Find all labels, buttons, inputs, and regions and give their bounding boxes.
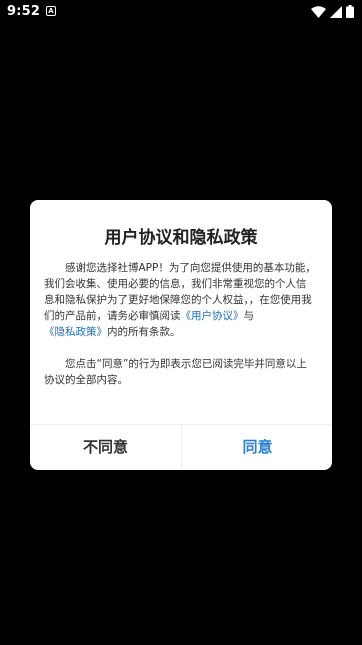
user-agreement-link[interactable]: 《用户协议》 (181, 310, 244, 322)
wifi-icon (311, 5, 326, 18)
notification-icon: A (46, 6, 56, 16)
battery-icon (346, 5, 354, 18)
signal-icon (330, 5, 342, 18)
agree-button[interactable]: 同意 (182, 425, 332, 470)
screen: 9:52 A 用户协议和隐私政策 感谢您选择社博APP！为了向您提供使用的基本功… (0, 0, 362, 645)
status-icons (311, 5, 354, 18)
dialog-body: 感谢您选择社博APP！为了向您提供使用的基本功能，我们会收集、使用必要的信息，我… (44, 260, 316, 388)
privacy-policy-link[interactable]: 《隐私政策》 (44, 326, 107, 338)
status-bar: 9:52 A (0, 0, 362, 24)
consent-paragraph: 您点击“同意”的行为即表示您已阅读完毕并同意以上协议的全部内容。 (44, 358, 307, 386)
intro-text-end: 内的所有条款。 (107, 326, 181, 338)
status-time: 9:52 (7, 4, 41, 19)
intro-paragraph: 感谢您选择社博APP！为了向您提供使用的基本功能，我们会收集、使用必要的信息，我… (44, 260, 316, 340)
connector-text: 与 (243, 310, 255, 322)
disagree-button[interactable]: 不同意 (30, 425, 181, 470)
agreement-dialog: 用户协议和隐私政策 感谢您选择社博APP！为了向您提供使用的基本功能，我们会收集… (30, 200, 332, 470)
dialog-title: 用户协议和隐私政策 (104, 228, 258, 248)
